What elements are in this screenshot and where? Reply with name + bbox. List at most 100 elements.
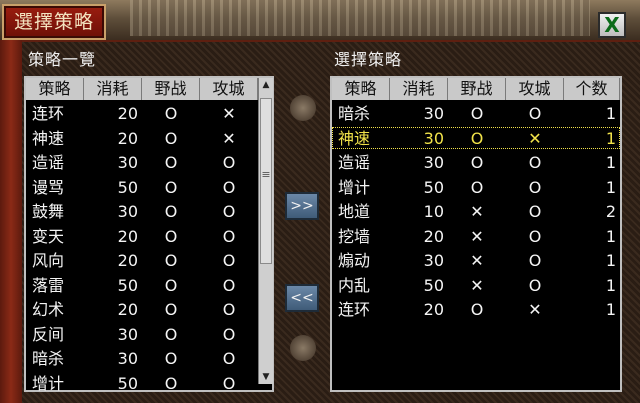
ornament-knot [290, 95, 316, 121]
strategy-count: 1 [605, 251, 616, 270]
column-header[interactable]: 策略 [26, 78, 84, 100]
siege-mark: O [528, 202, 542, 221]
column-header[interactable]: 野战 [142, 78, 200, 100]
field-battle-mark: O [164, 275, 178, 295]
column-header[interactable]: 野战 [448, 78, 506, 100]
column-header[interactable]: 消耗 [390, 78, 448, 100]
strategy-count: 1 [605, 275, 616, 295]
strategy-cost: 50 [117, 275, 138, 295]
column-header[interactable]: 策略 [332, 78, 390, 100]
strategy-cost: 20 [117, 251, 138, 270]
strategy-cost: 50 [423, 177, 444, 197]
available-strategy-list: 策略 消耗 野战 攻城 ▲ ≡ ▼ 连环 20 O ✕ 神速 20 O ✕ 造谣 30 O O 谩骂 50 O O 鼓… [24, 76, 274, 393]
fret-pattern [130, 0, 590, 36]
field-battle-mark: O [164, 226, 178, 246]
strategy-count: 1 [605, 226, 616, 246]
strategy-count: 2 [605, 202, 616, 221]
strategy-row[interactable]: 暗杀 30 O O [26, 347, 258, 371]
siege-mark: O [528, 177, 542, 197]
field-battle-mark: O [470, 153, 484, 172]
scroll-thumb[interactable]: ≡ [260, 98, 272, 264]
field-battle-mark: ✕ [470, 202, 484, 221]
remove-strategy-button[interactable]: << [285, 284, 319, 312]
left-list-scrollbar[interactable]: ▲ ≡ ▼ [258, 78, 273, 384]
column-header[interactable]: 消耗 [84, 78, 142, 100]
field-battle-mark: O [164, 300, 178, 319]
siege-mark: ✕ [222, 128, 236, 148]
siege-mark: O [528, 153, 542, 172]
close-icon: X [604, 13, 620, 37]
siege-mark: O [222, 153, 236, 172]
siege-mark: ✕ [222, 104, 236, 123]
left-panel-title: 策略一覽 [28, 50, 97, 69]
strategy-name: 神速 [32, 128, 65, 148]
close-button[interactable]: X [598, 12, 626, 38]
field-battle-mark: O [164, 153, 178, 172]
strategy-count: 1 [605, 153, 616, 172]
strategy-select-window: 選擇策略 X 策略一覽 選擇策略 策略 消耗 野战 攻城 ▲ ≡ ▼ 连环 20 O ✕ 神速… [0, 0, 640, 403]
field-battle-mark: ✕ [470, 226, 484, 246]
siege-mark: ✕ [528, 128, 542, 148]
strategy-row[interactable]: 连环 20 O ✕ 1 [332, 298, 620, 322]
strategy-row[interactable]: 造谣 30 O O 1 [332, 151, 620, 175]
siege-mark: O [528, 104, 542, 123]
strategy-row[interactable]: 风向 20 O O [26, 249, 258, 273]
strategy-name: 落雷 [32, 275, 65, 295]
strategy-cost: 30 [117, 349, 138, 368]
strategy-row[interactable]: 连环 20 O ✕ [26, 102, 258, 126]
strategy-cost: 20 [117, 300, 138, 319]
decorative-rail [0, 40, 22, 403]
strategy-cost: 30 [423, 153, 444, 172]
strategy-name: 变天 [32, 226, 65, 246]
strategy-row[interactable]: 鼓舞 30 O O [26, 200, 258, 224]
selected-strategy-list: 策略 消耗 野战 攻城 个数 暗杀 30 O O 1 神速 30 O ✕ 1 造谣 30 O O 1 增计 50 O O 1 地… [330, 76, 622, 392]
strategy-row[interactable]: 内乱 50 ✕ O 1 [332, 274, 620, 298]
add-strategy-button[interactable]: >> [285, 192, 319, 220]
strategy-name: 神速 [338, 128, 371, 148]
strategy-row[interactable]: 暗杀 30 O O 1 [332, 102, 620, 126]
right-panel-title: 選擇策略 [334, 50, 403, 69]
field-battle-mark: O [164, 349, 178, 368]
field-battle-mark: O [470, 128, 484, 148]
strategy-row[interactable]: 谩骂 50 O O [26, 176, 258, 200]
strategy-name: 煽动 [338, 251, 371, 270]
strategy-cost: 30 [117, 202, 138, 221]
strategy-name: 造谣 [338, 153, 371, 172]
strategy-cost: 20 [117, 104, 138, 123]
strategy-row[interactable]: 反间 30 O O [26, 323, 258, 347]
siege-mark: O [222, 177, 236, 197]
strategy-name: 造谣 [32, 153, 65, 172]
column-header[interactable]: 攻城 [506, 78, 564, 100]
strategy-row[interactable]: 神速 30 O ✕ 1 [332, 126, 620, 151]
strategy-cost: 30 [423, 128, 444, 148]
strategy-row[interactable]: 挖墙 20 ✕ O 1 [332, 225, 620, 249]
field-battle-mark: O [164, 202, 178, 221]
strategy-row[interactable]: 幻术 20 O O [26, 298, 258, 322]
strategy-row[interactable]: 地道 10 ✕ O 2 [332, 200, 620, 224]
strategy-row[interactable]: 神速 20 O ✕ [26, 127, 258, 151]
siege-mark: O [222, 202, 236, 221]
left-list-header: 策略 消耗 野战 攻城 [26, 78, 258, 100]
field-battle-mark: O [164, 324, 178, 344]
field-battle-mark: O [470, 177, 484, 197]
field-battle-mark: ✕ [470, 251, 484, 270]
strategy-row[interactable]: 增计 50 O O [26, 372, 258, 396]
strategy-row[interactable]: 变天 20 O O [26, 225, 258, 249]
column-header[interactable]: 攻城 [200, 78, 258, 100]
strategy-cost: 10 [423, 202, 444, 221]
strategy-name: 增计 [338, 177, 371, 197]
scroll-up-arrow-icon[interactable]: ▲ [259, 78, 273, 92]
strategy-row[interactable]: 煽动 30 ✕ O 1 [332, 249, 620, 273]
strategy-row[interactable]: 增计 50 O O 1 [332, 176, 620, 200]
strategy-count: 1 [605, 177, 616, 197]
strategy-row[interactable]: 落雷 50 O O [26, 274, 258, 298]
field-battle-mark: O [164, 104, 178, 123]
siege-mark: O [222, 324, 236, 344]
field-battle-mark: O [164, 128, 178, 148]
scroll-down-arrow-icon[interactable]: ▼ [259, 370, 273, 384]
field-battle-mark: O [470, 104, 484, 123]
column-header[interactable]: 个数 [564, 78, 620, 100]
siege-mark: O [222, 275, 236, 295]
strategy-row[interactable]: 造谣 30 O O [26, 151, 258, 175]
strategy-cost: 50 [423, 275, 444, 295]
